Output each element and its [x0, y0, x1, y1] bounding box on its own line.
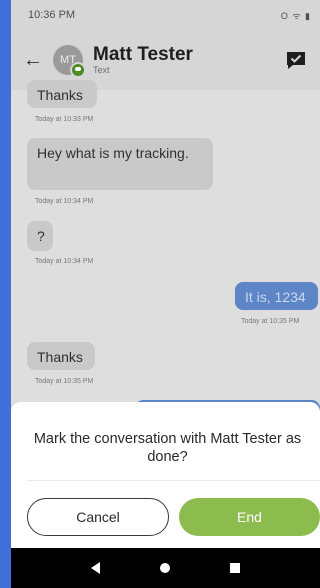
avatar[interactable]: MT: [53, 45, 86, 78]
message-bubble: Thanks: [27, 342, 95, 370]
message-time: Today at 10:35 PM: [35, 378, 94, 385]
status-icons: O ᯤ ▮: [280, 10, 311, 21]
message-bubble: It is, 1234: [235, 282, 318, 310]
message-bubble: Hey what is my tracking.: [27, 138, 213, 190]
channel-subtitle: Text: [93, 65, 110, 75]
end-button[interactable]: End: [179, 498, 320, 536]
nav-back-icon[interactable]: [91, 562, 100, 574]
device-frame: 10:36 PM O ᯤ ▮ ← MT Matt Tester Text Tha…: [0, 0, 320, 588]
message-bubble: Thanks: [27, 80, 97, 108]
phone-screen: 10:36 PM O ᯤ ▮ ← MT Matt Tester Text Tha…: [11, 0, 320, 588]
system-nav-bar: [11, 548, 320, 588]
dialog-divider: [27, 480, 320, 481]
cancel-button[interactable]: Cancel: [27, 498, 169, 536]
message-text: Thanks: [37, 87, 83, 103]
dialog-message: Mark the conversation with Matt Tester a…: [33, 431, 302, 465]
message-text: It is, 1234: [245, 289, 306, 305]
status-time: 10:36 PM: [28, 9, 76, 21]
message-text: ?: [37, 228, 45, 244]
message-time: Today at 10:34 PM: [35, 198, 94, 205]
message-text: Hey what is my tracking.: [37, 145, 189, 161]
message-time: Today at 10:34 PM: [35, 258, 94, 265]
page-title: Matt Tester: [93, 44, 193, 65]
message-time: Today at 10:35 PM: [241, 318, 300, 325]
nav-home-icon[interactable]: [160, 563, 170, 573]
back-arrow-icon[interactable]: ←: [23, 49, 47, 72]
message-time: Today at 10:33 PM: [35, 116, 94, 123]
status-bar: 10:36 PM O ᯤ ▮: [11, 0, 320, 30]
message-bubble: ?: [27, 221, 53, 251]
mark-done-icon[interactable]: [284, 48, 308, 72]
message-text: Thanks: [37, 349, 83, 365]
sms-badge-icon: [70, 62, 86, 78]
nav-recents-icon[interactable]: [230, 563, 240, 573]
conversation-title-block[interactable]: Matt Tester Text: [93, 44, 193, 76]
